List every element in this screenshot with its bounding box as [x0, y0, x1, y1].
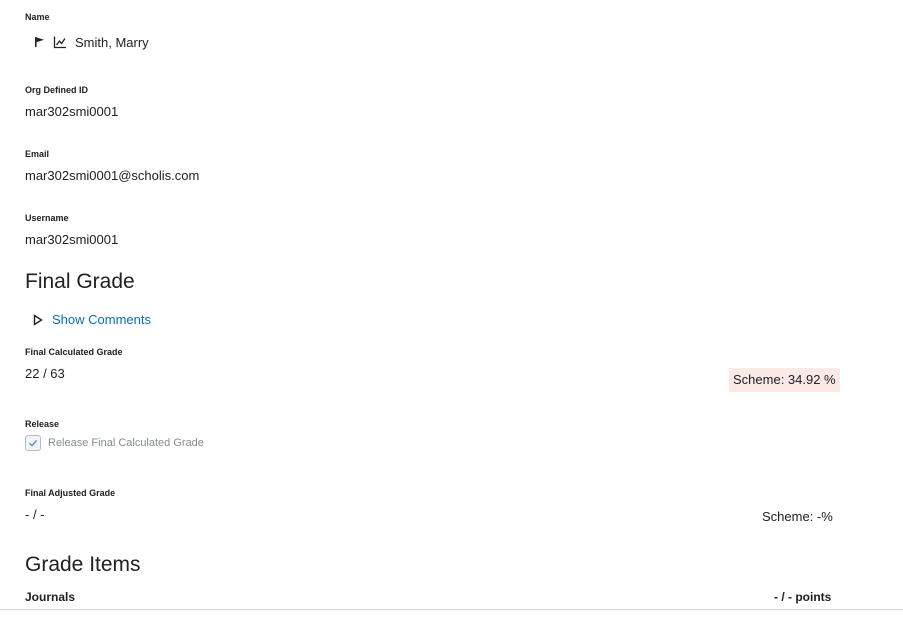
release-checkbox-label: Release Final Calculated Grade: [48, 437, 204, 449]
final-adjusted-scheme: Scheme: -%: [762, 509, 833, 524]
grade-items-heading: Grade Items: [25, 553, 141, 576]
final-calculated-grade-value: 22 / 63: [25, 366, 65, 381]
divider: [0, 609, 903, 610]
name-row: Smith, Marry: [33, 33, 149, 51]
email-label: Email: [25, 149, 50, 159]
line-chart-icon[interactable]: [53, 35, 67, 49]
triangle-right-icon: [33, 313, 43, 326]
username-label: Username: [25, 213, 69, 223]
final-grade-heading: Final Grade: [25, 270, 135, 293]
name-label: Name: [25, 12, 50, 22]
email-value: mar302smi0001@scholis.com: [25, 168, 200, 183]
grade-item-score: - / - points: [774, 590, 832, 604]
show-comments-toggle[interactable]: Show Comments: [33, 312, 151, 327]
release-label: Release: [25, 419, 60, 429]
org-id-label: Org Defined ID: [25, 85, 89, 95]
release-checkbox-row[interactable]: Release Final Calculated Grade: [25, 435, 204, 451]
show-comments-link[interactable]: Show Comments: [52, 312, 151, 327]
grade-item-name: Journals: [25, 590, 76, 604]
final-calculated-grade-label: Final Calculated Grade: [25, 347, 123, 357]
org-id-value: mar302smi0001: [25, 104, 119, 119]
final-adjusted-grade-label: Final Adjusted Grade: [25, 488, 116, 498]
checkmark-icon: [28, 439, 38, 447]
username-value: mar302smi0001: [25, 232, 119, 247]
final-calculated-scheme: Scheme: 34.92 %: [729, 368, 840, 392]
student-name: Smith, Marry: [75, 34, 149, 50]
final-adjusted-grade-value: - / -: [25, 507, 45, 522]
release-checkbox[interactable]: [25, 435, 41, 451]
flag-icon[interactable]: [33, 35, 47, 49]
